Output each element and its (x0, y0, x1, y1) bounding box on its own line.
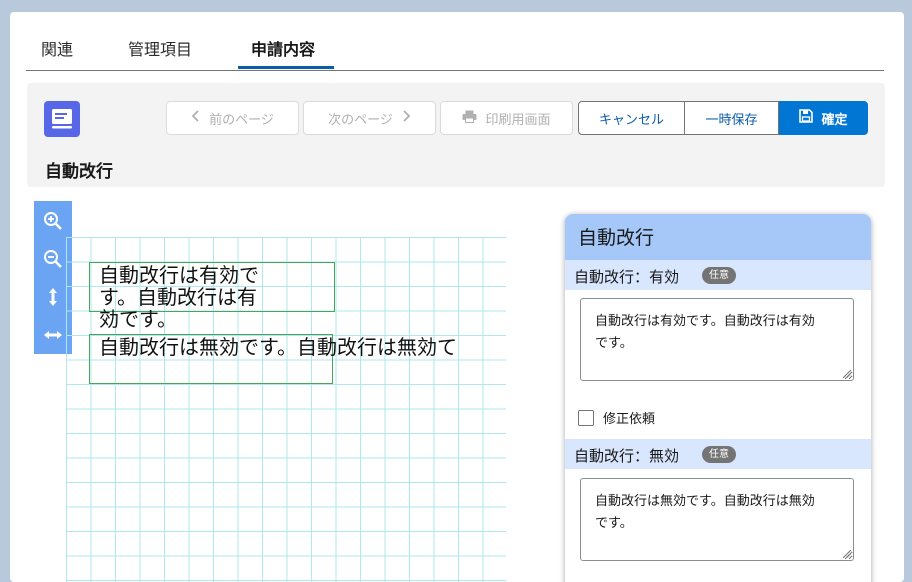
section-label-wrap-off: 自動改行：無効 (574, 447, 680, 465)
field-text-nowrap: 自動改行は無効です。自動改行は無効て (99, 335, 457, 359)
record-title: 自動改行 (45, 162, 113, 182)
section-header-wrap-on: 自動改行：有効 任意 (565, 260, 871, 290)
panel-title: 自動改行 (565, 214, 871, 260)
save-icon (799, 109, 814, 127)
revision-request-checkbox[interactable] (578, 409, 594, 426)
field-input-panel: 自動改行 自動改行：有効 任意 自動改行は有効です。自動改行は有効 です。 修正… (565, 214, 871, 582)
print-view-label: 印刷用画面 (485, 112, 551, 128)
chevron-left-icon (191, 110, 201, 126)
revision-request-label: 修正依頼 (603, 412, 656, 427)
prev-page-button[interactable]: 前のページ (166, 101, 299, 135)
chevron-right-icon (401, 110, 411, 126)
revision-request-checkbox-row[interactable]: 修正依頼 (578, 408, 655, 427)
tab-bar: 関連 管理項目 申請内容 (26, 12, 884, 71)
printer-icon (462, 110, 477, 127)
textarea-wrap-off-line-1: 自動改行は無効です。自動改行は無効 (595, 494, 815, 509)
tab-related[interactable]: 関連 (41, 36, 73, 60)
active-tab-indicator (238, 66, 334, 69)
tab-management[interactable]: 管理項目 (128, 36, 192, 60)
main-card: 関連 管理項目 申請内容 自動改行 前のページ 次のページ 印刷用画面 キャンセ… (10, 12, 904, 582)
temporary-save-button[interactable]: 一時保存 (685, 101, 779, 135)
record-header: 自動改行 前のページ 次のページ 印刷用画面 キャンセル 一時保存 確定 (27, 83, 885, 187)
zoom-in-icon[interactable] (34, 202, 72, 240)
textarea-wrap-off-line-2: です。 (595, 516, 633, 531)
field-text-line-3: 効です。 (99, 307, 177, 331)
confirm-button[interactable]: 確定 (779, 101, 868, 135)
prev-page-label: 前のページ (209, 112, 274, 128)
optional-badge: 任意 (702, 267, 736, 284)
print-view-button[interactable]: 印刷用画面 (440, 101, 573, 135)
textarea-wrap-on[interactable]: 自動改行は有効です。自動改行は有効 です。 (580, 298, 854, 381)
textarea-wrap-off[interactable]: 自動改行は無効です。自動改行は無効 です。 (580, 478, 854, 561)
section-header-wrap-off: 自動改行：無効 任意 (565, 439, 871, 469)
optional-badge: 任意 (702, 446, 736, 463)
textarea-wrap-on-line-1: 自動改行は有効です。自動改行は有効 (595, 314, 815, 329)
textarea-wrap-on-line-2: です。 (595, 336, 633, 351)
confirm-label: 確定 (821, 112, 848, 128)
resize-handle-icon[interactable] (843, 550, 851, 558)
cancel-button[interactable]: キャンセル (578, 101, 685, 135)
action-button-group: キャンセル 一時保存 確定 (578, 101, 868, 135)
tab-application-content[interactable]: 申請内容 (251, 36, 315, 60)
section-label-wrap-on: 自動改行：有効 (574, 268, 680, 286)
next-page-label: 次のページ (328, 112, 393, 128)
next-page-button[interactable]: 次のページ (303, 101, 436, 135)
resize-handle-icon[interactable] (843, 370, 851, 378)
record-icon (44, 101, 80, 137)
